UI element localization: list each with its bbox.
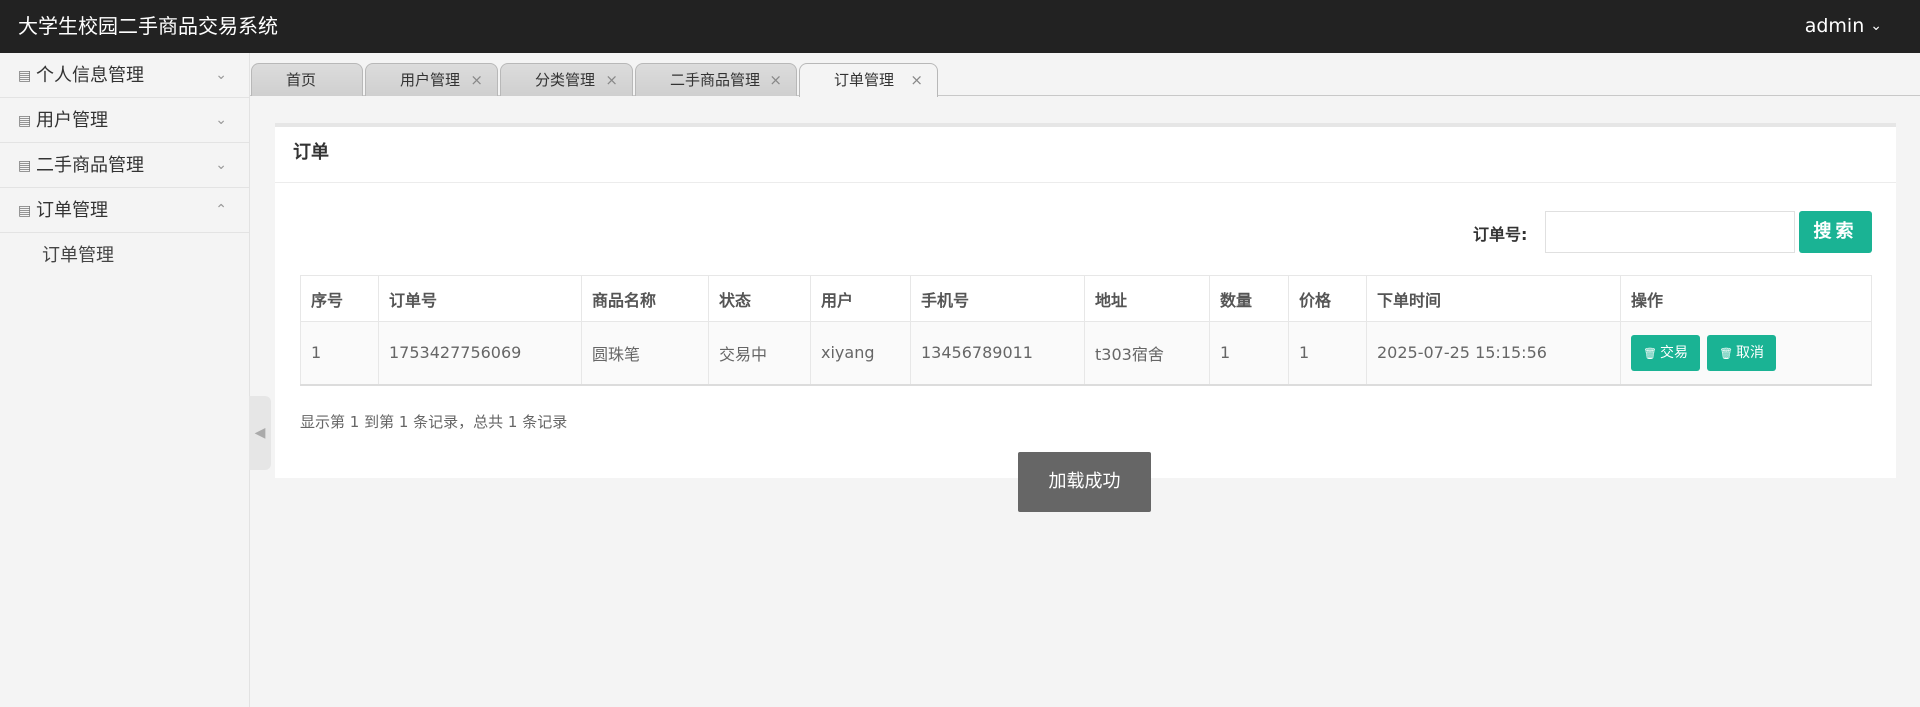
list-icon: ▤ (18, 202, 32, 219)
column-header[interactable]: 价格 (1288, 275, 1367, 322)
app-title: 大学生校园二手商品交易系统 (18, 14, 278, 38)
sidebar-item-label: 个人信息管理 (36, 65, 144, 86)
list-icon: ▤ (18, 112, 32, 129)
chevron-down-icon: ⌄ (215, 112, 227, 128)
cell-product-name: 圆珠笔 (581, 321, 709, 386)
cell-phone: 13456789011 (910, 321, 1085, 386)
sidebar-item-orders[interactable]: ▤ 订单管理 ⌃ (0, 188, 249, 233)
trash-icon: 🗑 (1643, 346, 1657, 360)
list-icon: ▤ (18, 157, 32, 174)
column-header[interactable]: 手机号 (910, 275, 1085, 322)
chevron-down-icon: ⌄ (1870, 18, 1882, 34)
panel-title: 订单 (275, 127, 1896, 183)
tab-users[interactable]: 用户管理 × (365, 63, 498, 96)
cell-order-time: 2025-07-25 15:15:56 (1366, 321, 1621, 386)
search-button[interactable]: 搜索 (1799, 211, 1872, 253)
cell-address: t303宿舍 (1084, 321, 1210, 386)
top-header: 大学生校园二手商品交易系统 admin ⌄ (0, 0, 1920, 53)
column-header[interactable]: 下单时间 (1366, 275, 1621, 322)
sidebar-item-goods[interactable]: ▤ 二手商品管理 ⌄ (0, 143, 249, 188)
column-header[interactable]: 商品名称 (581, 275, 709, 322)
column-header[interactable]: 序号 (300, 275, 379, 322)
sidebar-item-personal-info[interactable]: ▤ 个人信息管理 ⌄ (0, 53, 249, 98)
table-row: 1 1753427756069 圆珠笔 交易中 xiyang 134567890… (300, 321, 1872, 386)
tab-bar: 首页 用户管理 × 分类管理 × 二手商品管理 × 订单管理 × (250, 53, 1920, 97)
order-number-label: 订单号: (1473, 225, 1528, 244)
submenu-item-orders[interactable]: 订单管理 (0, 233, 249, 279)
list-icon: ▤ (18, 67, 32, 84)
cell-user: xiyang (810, 321, 911, 386)
tab-categories[interactable]: 分类管理 × (500, 63, 633, 96)
trade-button-label: 交易 (1659, 344, 1688, 361)
sidebar-item-label: 订单管理 (36, 200, 108, 221)
close-icon[interactable]: × (605, 64, 618, 97)
trash-icon: 🗑 (1719, 346, 1734, 360)
orders-table: 序号 订单号 商品名称 状态 用户 手机号 地址 数量 价格 下单时间 操作 1… (300, 275, 1872, 386)
toast-message: 加载成功 (1018, 452, 1151, 512)
chevron-down-icon: ⌄ (215, 157, 227, 173)
cell-index: 1 (300, 321, 379, 386)
table-header-row: 序号 订单号 商品名称 状态 用户 手机号 地址 数量 价格 下单时间 操作 (300, 275, 1872, 322)
tab-label: 订单管理 (834, 71, 895, 89)
close-icon[interactable]: × (910, 64, 923, 97)
close-icon[interactable]: × (769, 64, 782, 97)
column-header[interactable]: 用户 (810, 275, 911, 322)
cell-quantity: 1 (1209, 321, 1289, 386)
column-header[interactable]: 数量 (1209, 275, 1289, 322)
order-number-input[interactable] (1545, 211, 1795, 253)
user-name: admin (1804, 15, 1865, 37)
tab-home[interactable]: 首页 (251, 63, 363, 96)
tab-label: 首页 (286, 71, 317, 89)
tab-label: 用户管理 (400, 71, 461, 89)
cell-status: 交易中 (708, 321, 811, 386)
orders-panel: 订单 订单号: 搜索 序号 订单号 商品名称 状态 用户 手机号 地址 数量 价… (275, 123, 1896, 478)
chevron-down-icon: ⌄ (215, 67, 227, 83)
sidebar-item-label: 用户管理 (36, 110, 108, 131)
column-header[interactable]: 状态 (708, 275, 811, 322)
cell-price: 1 (1288, 321, 1367, 386)
cell-order-number: 1753427756069 (378, 321, 582, 386)
sidebar-item-users[interactable]: ▤ 用户管理 ⌄ (0, 98, 249, 143)
sidebar: ▤ 个人信息管理 ⌄ ▤ 用户管理 ⌄ ▤ 二手商品管理 ⌄ ▤ 订单管理 ⌃ 订单管理 (0, 53, 250, 707)
trade-button[interactable]: 🗑 交易 (1631, 334, 1700, 371)
column-header[interactable]: 地址 (1084, 275, 1210, 322)
cell-actions: 🗑 交易 🗑 取消 (1620, 321, 1872, 386)
user-menu[interactable]: admin ⌄ (1805, 0, 1882, 53)
tab-goods[interactable]: 二手商品管理 × (635, 63, 797, 96)
tab-orders[interactable]: 订单管理 × (799, 63, 938, 97)
cancel-button[interactable]: 🗑 取消 (1707, 334, 1777, 371)
tab-label: 分类管理 (535, 71, 596, 89)
sidebar-collapse-handle[interactable]: ◀ (249, 396, 271, 470)
pagination-summary: 显示第 1 到第 1 条记录，总共 1 条记录 (300, 413, 568, 431)
close-icon[interactable]: × (470, 64, 483, 97)
column-header: 操作 (1620, 275, 1872, 322)
chevron-left-icon: ◀ (254, 425, 266, 441)
chevron-up-icon: ⌃ (215, 202, 227, 218)
cancel-button-label: 取消 (1736, 344, 1765, 361)
sidebar-item-label: 二手商品管理 (36, 155, 144, 176)
column-header[interactable]: 订单号 (378, 275, 582, 322)
tab-label: 二手商品管理 (670, 71, 761, 89)
